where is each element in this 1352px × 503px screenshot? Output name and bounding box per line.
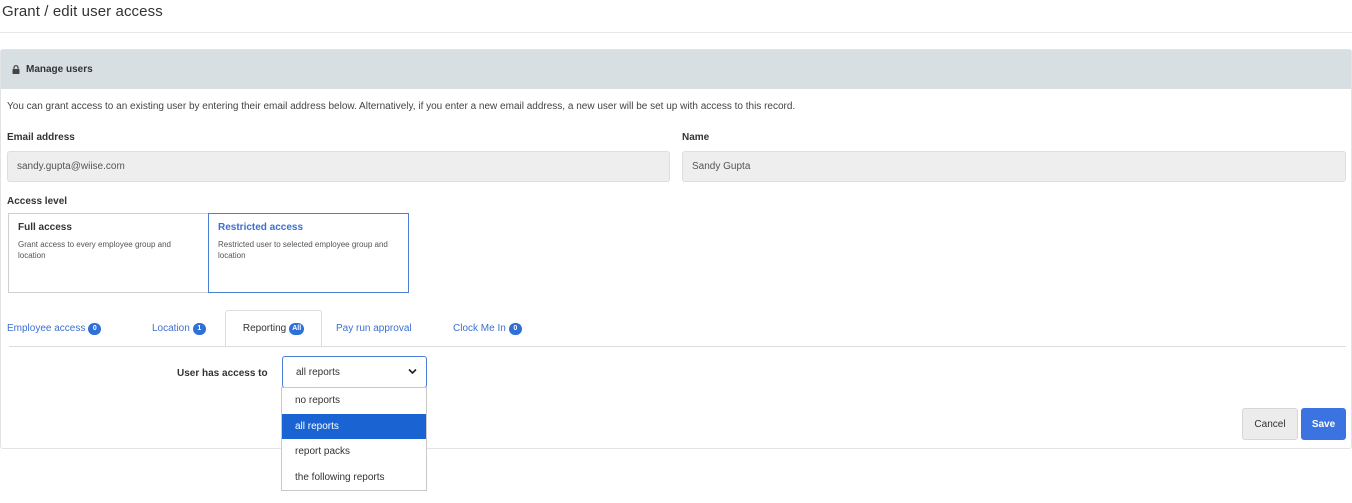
tab-badge: 0 xyxy=(88,322,102,335)
dropdown-option-all-reports[interactable]: all reports xyxy=(282,413,426,439)
tabs-divider xyxy=(9,346,1346,347)
manage-users-panel: Manage users You can grant access to an … xyxy=(0,49,1352,449)
full-access-title: Full access xyxy=(18,222,72,233)
tab-clock-me-in[interactable]: Clock Me In 0 xyxy=(453,310,522,347)
report-access-dropdown: no reports all reports report packs the … xyxy=(281,387,427,491)
tab-label: Pay run approval xyxy=(336,323,412,334)
restricted-access-card[interactable]: Restricted access Restricted user to sel… xyxy=(208,213,409,293)
cancel-button[interactable]: Cancel xyxy=(1242,408,1298,440)
panel-header-label: Manage users xyxy=(26,64,93,75)
email-label: Email address xyxy=(7,132,75,143)
restricted-access-description: Restricted user to selected employee gro… xyxy=(218,240,388,260)
tab-label: Location xyxy=(152,323,190,334)
lock-icon xyxy=(12,65,20,74)
full-access-card[interactable]: Full access Grant access to every employ… xyxy=(8,213,209,293)
tab-label: Clock Me In xyxy=(453,323,506,334)
dropdown-option-following-reports[interactable]: the following reports xyxy=(282,465,426,491)
tab-label: Reporting xyxy=(242,323,287,334)
tab-employee-access[interactable]: Employee access 0 xyxy=(7,310,102,347)
chevron-down-icon xyxy=(408,368,417,375)
access-level-label: Access level xyxy=(7,196,68,207)
intro-text: You can grant access to an existing user… xyxy=(7,101,796,112)
save-button[interactable]: Save xyxy=(1301,408,1346,440)
dropdown-option-report-packs[interactable]: report packs xyxy=(282,439,426,465)
page-title: Grant / edit user access xyxy=(2,3,163,20)
dropdown-option-no-reports[interactable]: no reports xyxy=(282,388,426,414)
tab-badge: All xyxy=(289,322,305,335)
name-field[interactable] xyxy=(682,151,1346,182)
name-label: Name xyxy=(682,132,710,143)
panel-header: Manage users xyxy=(1,50,1351,89)
report-access-select[interactable]: all reports xyxy=(282,356,427,388)
tab-pay-run-approval[interactable]: Pay run approval xyxy=(336,310,412,347)
title-divider xyxy=(0,32,1352,33)
tab-badge: 1 xyxy=(192,322,206,335)
report-access-value: all reports xyxy=(296,366,340,378)
tab-location[interactable]: Location 1 xyxy=(152,310,206,347)
full-access-description: Grant access to every employee group and… xyxy=(18,240,171,260)
email-field[interactable] xyxy=(7,151,670,182)
tab-label: Employee access xyxy=(7,323,86,334)
tab-badge: 0 xyxy=(508,322,522,335)
tab-reporting[interactable]: Reporting All xyxy=(225,310,322,347)
report-access-label: User has access to xyxy=(177,368,268,379)
restricted-access-title: Restricted access xyxy=(218,222,304,233)
